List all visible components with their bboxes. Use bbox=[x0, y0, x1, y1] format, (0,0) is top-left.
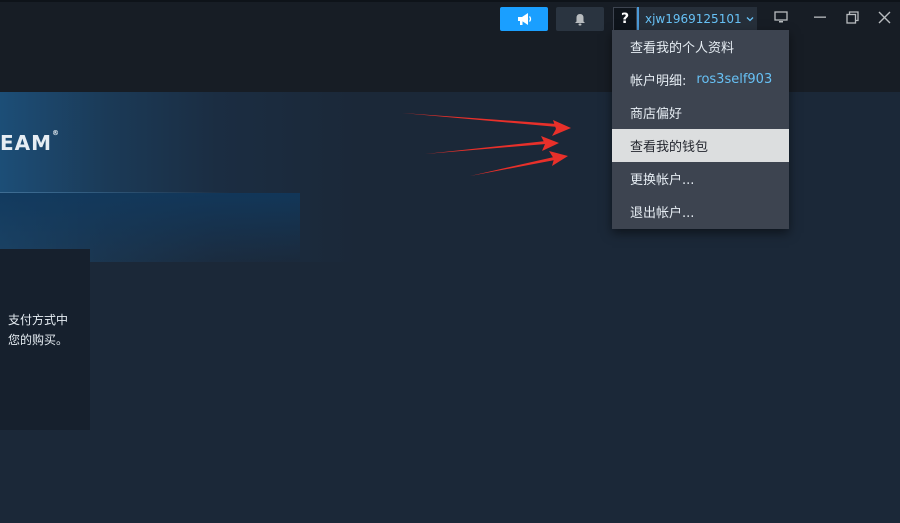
steam-logo-mark: ® bbox=[52, 129, 61, 137]
minimize-icon bbox=[814, 16, 826, 18]
steam-logo-text: EAM bbox=[0, 131, 53, 155]
restore-icon bbox=[845, 10, 859, 24]
menu-item-label: 商店偏好 bbox=[630, 107, 683, 122]
minimize-button[interactable] bbox=[808, 6, 832, 28]
restore-button[interactable] bbox=[840, 6, 864, 28]
chevron-down-icon bbox=[746, 17, 754, 22]
payment-info-panel: 支付方式中 您的购买。 bbox=[0, 249, 90, 430]
menu-item-label: 查看我的钱包 bbox=[630, 140, 709, 155]
account-dropdown-menu: 查看我的个人资料 帐户明细: ros3self903 商店偏好 查看我的钱包 更… bbox=[612, 30, 789, 229]
menu-item-store-preferences[interactable]: 商店偏好 bbox=[612, 96, 789, 129]
big-picture-button[interactable] bbox=[769, 6, 793, 28]
panel-text-line-2: 您的购买。 bbox=[7, 333, 68, 347]
menu-item-label: 更换帐户... bbox=[630, 173, 695, 188]
menu-item-view-wallet[interactable]: 查看我的钱包 bbox=[612, 129, 789, 162]
menu-item-label: 退出帐户... bbox=[630, 206, 695, 221]
monitor-icon bbox=[774, 11, 788, 23]
title-bar-top-line bbox=[0, 0, 900, 2]
help-button[interactable]: ? bbox=[613, 7, 637, 31]
bell-icon bbox=[575, 13, 585, 25]
panel-text-line-1: 支付方式中 bbox=[7, 313, 68, 327]
menu-item-label: 查看我的个人资料 bbox=[630, 41, 735, 56]
menu-item-label: 帐户明细: bbox=[630, 74, 687, 89]
menu-item-sign-out[interactable]: 退出帐户... bbox=[612, 195, 789, 228]
close-icon bbox=[878, 11, 890, 23]
account-details-username: ros3self903 bbox=[696, 72, 773, 87]
steam-logo: EAM® bbox=[0, 129, 61, 155]
close-button[interactable] bbox=[872, 6, 896, 28]
account-name: xjw1969125101 bbox=[645, 12, 742, 26]
account-menu-button[interactable]: xjw1969125101 bbox=[637, 7, 757, 31]
menu-item-view-profile[interactable]: 查看我的个人资料 bbox=[612, 30, 789, 63]
menu-item-change-account[interactable]: 更换帐户... bbox=[612, 162, 789, 195]
banner-divider bbox=[0, 192, 230, 193]
announcements-button[interactable] bbox=[500, 7, 548, 31]
menu-item-account-details[interactable]: 帐户明细: ros3self903 bbox=[612, 63, 789, 96]
help-label: ? bbox=[620, 11, 630, 27]
notifications-button[interactable] bbox=[556, 7, 604, 31]
megaphone-icon bbox=[518, 13, 532, 25]
